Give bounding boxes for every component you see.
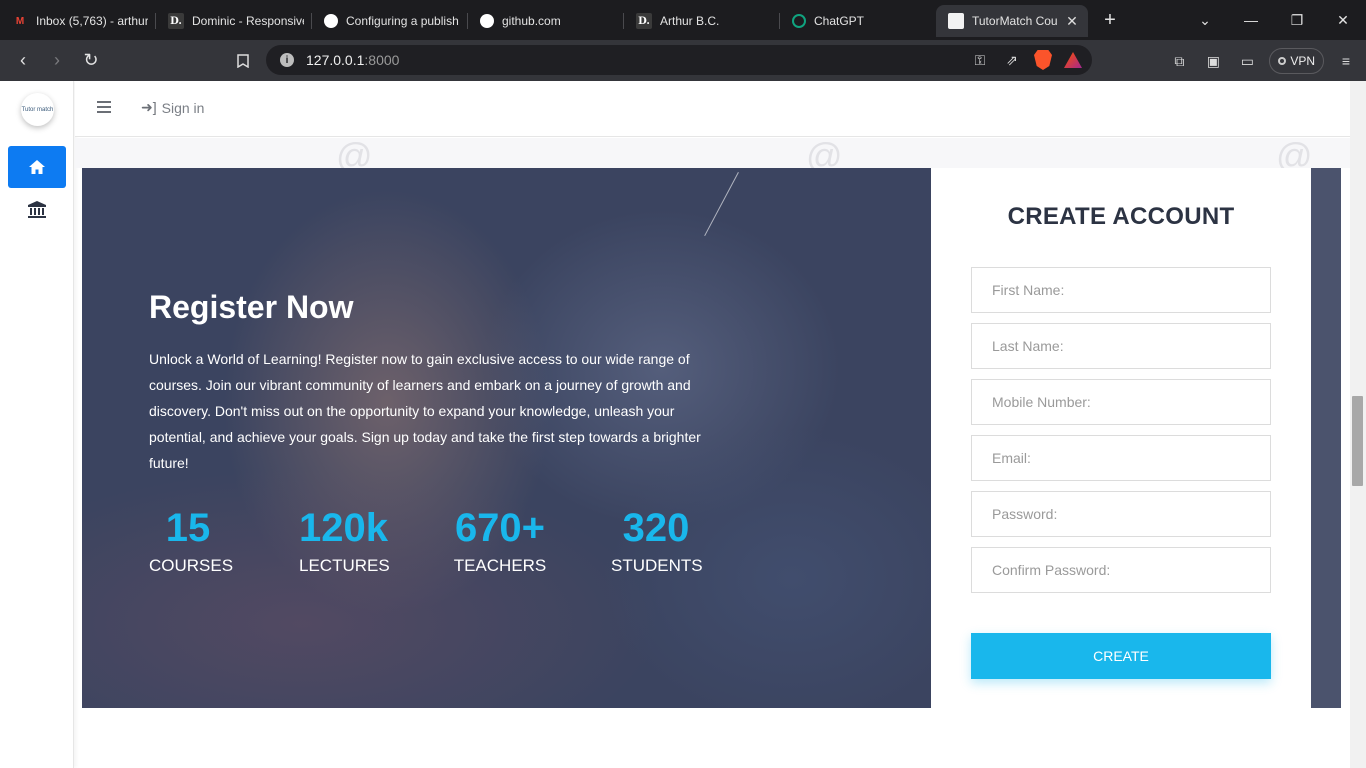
- stat-value: 670+: [454, 506, 546, 550]
- home-icon: [29, 160, 45, 174]
- menu-icon[interactable]: ≡: [1334, 49, 1358, 73]
- tab-search-icon[interactable]: ⌄: [1182, 12, 1228, 29]
- browser-tab-strip: M Inbox (5,763) - arthur D. Dominic - Re…: [0, 0, 1366, 40]
- create-account-card: CREATE ACCOUNT CREATE: [931, 168, 1311, 708]
- browser-extensions: ⧉ ▣ ▭ VPN ≡: [1167, 48, 1358, 74]
- logo-text: Tutor match: [21, 106, 54, 113]
- sign-in-label: Sign in: [161, 99, 205, 116]
- password-input[interactable]: [971, 491, 1271, 537]
- browser-tab[interactable]: ChatGPT: [780, 5, 936, 37]
- brave-rewards-icon[interactable]: [1064, 52, 1082, 68]
- share-icon[interactable]: ⇗: [1002, 50, 1022, 70]
- vpn-button[interactable]: VPN: [1269, 48, 1324, 74]
- stats-row: 15 COURSES 120k LECTURES 670+ TEACHERS 3…: [149, 503, 703, 576]
- browser-toolbar: ‹ › ↻ i 127.0.0.1:8000 ⚿ ⇗ ⧉ ▣ ▭ VPN ≡: [0, 40, 1366, 81]
- close-window-icon[interactable]: ✕: [1320, 12, 1366, 29]
- hero-title: Register Now: [149, 289, 354, 325]
- first-name-input[interactable]: [971, 267, 1271, 313]
- hamburger-menu-icon[interactable]: [97, 101, 111, 113]
- tab-title: Dominic - Responsive: [192, 14, 304, 28]
- tab-title: ChatGPT: [814, 14, 865, 28]
- new-tab-button[interactable]: +: [1094, 4, 1126, 36]
- github-icon: [480, 14, 494, 28]
- tab-title: Inbox (5,763) - arthur: [36, 14, 148, 28]
- browser-tab-active[interactable]: TutorMatch Cou ✕: [936, 5, 1088, 37]
- browser-tab[interactable]: D. Dominic - Responsive: [156, 5, 312, 37]
- stat-label: LECTURES: [299, 556, 390, 575]
- extensions-icon[interactable]: ⧉: [1167, 49, 1191, 73]
- last-name-input[interactable]: [971, 323, 1271, 369]
- stat-label: STUDENTS: [611, 556, 703, 575]
- reload-icon[interactable]: ↻: [74, 46, 108, 76]
- browser-tab[interactable]: M Inbox (5,763) - arthur: [0, 5, 156, 37]
- gmail-icon: M: [15, 15, 25, 27]
- email-input[interactable]: [971, 435, 1271, 481]
- key-icon[interactable]: ⚿: [970, 50, 990, 70]
- stat-label: COURSES: [149, 556, 234, 575]
- sidebar-toggle-icon[interactable]: ▣: [1201, 49, 1225, 73]
- hero-right-strip: [1311, 168, 1341, 708]
- close-tab-icon[interactable]: ✕: [1064, 13, 1080, 30]
- minimize-icon[interactable]: —: [1228, 12, 1274, 28]
- sign-in-link[interactable]: ➜] Sign in: [141, 99, 204, 116]
- url-port: :8000: [364, 52, 400, 68]
- stat-value: 15: [165, 506, 211, 550]
- restore-icon[interactable]: ❐: [1274, 12, 1320, 29]
- stat-value: 120k: [299, 506, 388, 550]
- site-info-icon[interactable]: i: [280, 53, 294, 67]
- d-icon: D.: [168, 13, 184, 29]
- scrollbar-thumb[interactable]: [1352, 396, 1363, 486]
- browser-tab[interactable]: github.com: [468, 5, 624, 37]
- window-controls: ⌄ — ❐ ✕: [1182, 0, 1366, 40]
- back-icon[interactable]: ‹: [6, 46, 40, 76]
- sidebar-item-institution[interactable]: [26, 199, 48, 221]
- tutormatch-logo[interactable]: Tutor match: [21, 93, 54, 126]
- stat-teachers: 670+ TEACHERS: [453, 503, 547, 576]
- d-icon: D.: [636, 13, 652, 29]
- bank-icon: [28, 201, 46, 218]
- browser-tab[interactable]: D. Arthur B.C.: [624, 5, 780, 37]
- tab-title: github.com: [502, 14, 561, 28]
- vpn-label: VPN: [1290, 54, 1315, 68]
- page-scrollbar[interactable]: [1350, 81, 1366, 768]
- wallet-icon[interactable]: ▭: [1235, 49, 1259, 73]
- github-icon: [324, 14, 338, 28]
- browser-tab[interactable]: Configuring a publish: [312, 5, 468, 37]
- sidebar: Tutor match: [0, 81, 74, 768]
- tutormatch-icon: [948, 13, 964, 29]
- vpn-status-icon: [1278, 57, 1287, 65]
- address-bar[interactable]: i 127.0.0.1:8000 ⚿ ⇗: [266, 45, 1092, 75]
- sign-in-icon: ➜]: [141, 99, 157, 115]
- stat-label: TEACHERS: [453, 556, 547, 575]
- bookmark-icon[interactable]: [226, 46, 260, 76]
- sidebar-item-home[interactable]: [8, 146, 66, 188]
- tab-title: TutorMatch Cou: [972, 14, 1058, 28]
- tab-title: Arthur B.C.: [660, 14, 720, 28]
- tab-title: Configuring a publish: [346, 14, 459, 28]
- hero-description: Unlock a World of Learning! Register now…: [149, 351, 701, 471]
- create-button[interactable]: CREATE: [971, 633, 1271, 679]
- omnibox-actions: ⚿ ⇗: [970, 50, 1082, 70]
- stat-lectures: 120k LECTURES: [299, 503, 390, 576]
- url-host: 127.0.0.1: [306, 52, 365, 68]
- stat-value: 320: [622, 506, 690, 550]
- stat-students: 320 STUDENTS: [611, 503, 703, 576]
- form-title: CREATE ACCOUNT: [1007, 203, 1235, 230]
- page: Tutor match ➜] Sign in @ @ @ Register No…: [0, 81, 1366, 768]
- stat-courses: 15 COURSES: [149, 503, 234, 576]
- mobile-number-input[interactable]: [971, 379, 1271, 425]
- top-navbar: ➜] Sign in: [75, 81, 1350, 137]
- confirm-password-input[interactable]: [971, 547, 1271, 593]
- forward-icon[interactable]: ›: [40, 46, 74, 76]
- brave-shields-icon[interactable]: [1034, 50, 1052, 70]
- decorative-band: [75, 138, 1350, 168]
- chatgpt-icon: [792, 14, 806, 28]
